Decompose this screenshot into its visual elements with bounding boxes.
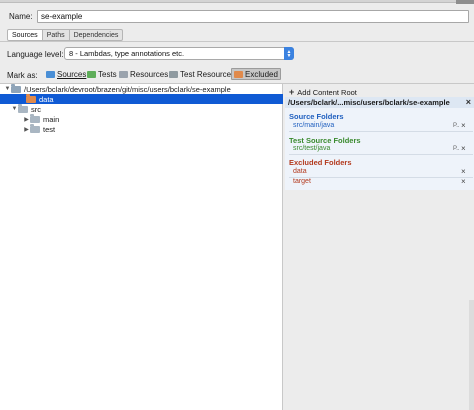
entry-divider [289, 177, 473, 178]
source-folder-entry: src/main/java [293, 122, 335, 129]
window-top-strip [0, 0, 474, 3]
remove-excluded-folder-icon[interactable]: × [461, 177, 466, 186]
mark-sources-label: Sources [57, 69, 87, 79]
tree-row-test[interactable]: ▶ test [0, 123, 56, 134]
mark-test-resources-button[interactable]: Test Resources [167, 68, 237, 80]
resources-folder-icon [119, 70, 128, 78]
language-level-label: Language level: [7, 50, 64, 59]
tree-root-path: /Users/bclark/devroot/brazen/git/misc/us… [24, 84, 231, 94]
entry-divider [289, 154, 473, 155]
tabs-divider [0, 41, 474, 42]
expanded-triangle-icon[interactable]: ▼ [11, 106, 18, 112]
excluded-folder-entry: data [293, 168, 307, 175]
language-level-select[interactable]: 8 - Lambdas, type annotations etc. [64, 47, 294, 60]
name-label: Name: [9, 12, 33, 21]
plus-icon: + [289, 87, 295, 97]
tree-item-label: data [39, 94, 54, 104]
folder-icon [30, 113, 40, 123]
collapsed-triangle-icon[interactable]: ▶ [23, 126, 30, 133]
folder-icon [18, 103, 28, 113]
tab-sources[interactable]: Sources [8, 30, 43, 40]
excluded-folders-title: Excluded Folders [289, 158, 352, 167]
tree-row-src[interactable]: ▼ src [0, 103, 41, 114]
mark-excluded-button[interactable]: Excluded [231, 68, 281, 80]
source-folders-title: Source Folders [289, 112, 344, 121]
tab-bar: Sources Paths Dependencies [7, 29, 124, 41]
remove-test-folder-icon[interactable]: × [461, 144, 466, 153]
mark-excluded-label: Excluded [245, 69, 278, 79]
mark-resources-label: Resources [130, 69, 169, 79]
tree-item-label: main [43, 114, 60, 124]
name-input[interactable] [37, 10, 469, 23]
vertical-scrollbar[interactable] [469, 300, 474, 410]
test-source-folder-entry: src/test/java [293, 145, 331, 152]
remove-source-folder-icon[interactable]: × [461, 121, 466, 130]
tree-row-main[interactable]: ▶ main [0, 113, 60, 124]
excluded-folder-icon [234, 70, 243, 78]
package-prefix-icon[interactable]: P.. [453, 123, 460, 129]
expanded-triangle-icon[interactable]: ▼ [4, 86, 11, 92]
remove-excluded-folder-icon[interactable]: × [461, 167, 466, 176]
test-source-folders-title: Test Source Folders [289, 136, 361, 145]
folder-icon [11, 83, 21, 93]
select-arrows-icon[interactable]: ▲ ▼ [284, 47, 294, 60]
excluded-folder-entry: target [293, 178, 311, 185]
mark-tests-label: Tests [98, 69, 117, 79]
tab-dependencies[interactable]: Dependencies [70, 30, 123, 40]
folder-icon [30, 123, 40, 133]
tree-row-root[interactable]: ▼ /Users/bclark/devroot/brazen/git/misc/… [0, 83, 231, 94]
test-resources-folder-icon [169, 70, 178, 78]
tree-row-data[interactable]: data [0, 93, 283, 104]
mark-sources-button[interactable]: Sources [44, 68, 88, 80]
mark-resources-button[interactable]: Resources [117, 68, 170, 80]
window-top-strip-right [456, 0, 474, 4]
add-content-root-button[interactable]: + Add Content Root [289, 87, 357, 97]
add-content-root-label: Add Content Root [297, 87, 357, 97]
mark-as-label: Mark as: [7, 71, 38, 80]
content-root-path: /Users/bclark/...misc/users/bclark/se-ex… [285, 97, 474, 108]
tree-item-label: src [31, 104, 41, 114]
remove-content-root-icon[interactable]: × [466, 97, 471, 107]
entry-divider [289, 131, 473, 132]
tab-paths[interactable]: Paths [43, 30, 70, 40]
collapsed-triangle-icon[interactable]: ▶ [23, 116, 30, 123]
excluded-folder-icon [26, 93, 36, 103]
mark-tests-button[interactable]: Tests [85, 68, 119, 80]
tests-folder-icon [87, 70, 96, 78]
tree-item-label: test [43, 124, 56, 134]
mark-test-resources-label: Test Resources [180, 69, 236, 79]
package-prefix-icon[interactable]: P.. [453, 146, 460, 152]
sources-folder-icon [46, 70, 55, 78]
